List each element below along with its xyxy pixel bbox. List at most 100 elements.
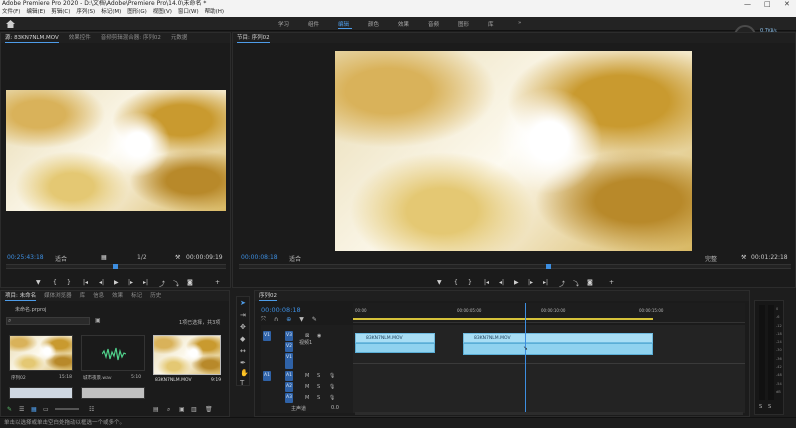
insert-icon[interactable]: ⤴ [159,279,165,288]
program-go-to-in-icon[interactable]: |◂ [484,279,489,286]
overwrite-icon[interactable]: ⤵ [173,279,179,288]
go-to-out-icon[interactable]: ▸| [143,279,148,286]
program-out-point-icon[interactable]: } [468,279,472,286]
find-icon[interactable]: ⌕ [167,406,170,414]
program-timecode[interactable]: 00:00:08:18 [241,254,278,261]
menu-marker[interactable]: 标记(M) [101,8,121,17]
menu-window[interactable]: 窗口(W) [178,8,199,17]
maximize-icon[interactable]: □ [764,0,771,8]
project-item-thumb-selected[interactable] [153,335,221,375]
workspace-tab-libraries[interactable]: 库 [488,20,494,28]
tab-effect-controls[interactable]: 效果控件 [69,33,91,43]
timeline-settings-icon[interactable]: ✎ [312,316,317,323]
clip-body[interactable] [355,343,435,353]
timeline-ruler[interactable]: 00:00 00:00:05:00 00:00:10:00 00:00:15:0… [353,303,745,323]
voice-over-icon[interactable]: 🎙 [329,395,335,401]
source-settings-icon[interactable]: ▦ [101,254,107,261]
type-tool-icon[interactable]: T [240,379,244,387]
toggle-output-icon[interactable]: ◉ [317,333,321,339]
program-scale-dropdown[interactable]: 完整 [705,254,717,263]
track-target-v3[interactable]: V3 [285,331,293,341]
source-patch-v1[interactable]: V1 [263,331,271,341]
program-in-point-icon[interactable]: { [454,279,458,286]
project-item-thumb[interactable] [9,335,73,371]
program-go-to-out-icon[interactable]: ▸| [543,279,548,286]
menu-clip[interactable]: 剪辑(C) [51,8,70,17]
clip-video[interactable]: 83KN7NLM.MOV [355,333,435,343]
menu-help[interactable]: 帮助(H) [205,8,224,17]
workspace-tab-color[interactable]: 颜色 [368,20,379,28]
program-fit-dropdown[interactable]: 适合 [289,254,301,263]
track-target-a3[interactable]: A3 [285,393,293,403]
tab-libraries[interactable]: 库 [80,291,86,301]
timeline-horizontal-scrollbar[interactable] [355,412,743,415]
timeline-playhead-line[interactable] [525,303,526,415]
tab-media-browser[interactable]: 媒体浏览器 [44,291,72,301]
play-icon[interactable]: ▶ [114,279,119,286]
voice-over-icon[interactable]: 🎙 [329,384,335,390]
mute-icon[interactable]: M [305,373,309,379]
track-target-v2[interactable]: V2 [285,342,293,352]
tab-project[interactable]: 项目: 未命名 [5,291,37,301]
ripple-edit-tool-icon[interactable]: ✥ [240,323,246,331]
workspace-tab-effects[interactable]: 效果 [398,20,409,28]
workspace-tab-audio[interactable]: 音频 [428,20,439,28]
zoom-slider[interactable] [55,408,79,410]
track-target-a1[interactable]: A1 [285,371,293,381]
work-area-bar[interactable] [353,318,653,320]
clear-icon[interactable]: 🗑 [205,406,213,413]
new-item-menu-icon[interactable]: ▥ [191,406,197,413]
track-select-tool-icon[interactable]: ⇥ [240,311,246,319]
razor-tool-icon[interactable]: ◆ [240,335,245,343]
pen-tool-icon[interactable]: ✒ [240,359,246,367]
step-forward-icon[interactable]: |▸ [128,279,133,286]
slip-tool-icon[interactable]: ↔ [240,347,246,355]
hand-tool-icon[interactable]: ✋ [240,369,249,377]
program-play-icon[interactable]: ▶ [514,279,519,286]
track-target-a2[interactable]: A2 [285,382,293,392]
meter-solo-right[interactable]: S [768,404,771,410]
marker-icon[interactable]: ▼ [36,279,41,286]
program-extract-icon[interactable]: ⤵ [573,279,579,288]
solo-icon[interactable]: S [317,384,320,390]
menu-sequence[interactable]: 序列(S) [76,8,95,17]
linked-selection-icon[interactable]: ⊕ [286,316,291,323]
tab-history[interactable]: 历史 [150,291,161,301]
program-step-back-icon[interactable]: ◂| [499,279,504,286]
menu-file[interactable]: 文件(F) [2,8,20,17]
out-point-icon[interactable]: } [67,279,71,286]
export-frame-icon[interactable]: ◙ [187,279,193,286]
solo-icon[interactable]: S [317,395,320,401]
write-lock-icon[interactable]: ✎ [7,406,12,413]
add-button-icon[interactable]: + [215,279,220,286]
step-back-icon[interactable]: ◂| [99,279,104,286]
tab-audio-mixer[interactable]: 音频剪辑混合器: 序列02 [101,33,161,43]
program-add-button-icon[interactable]: + [609,279,614,286]
list-view-icon[interactable]: ☰ [19,406,24,413]
program-export-frame-icon[interactable]: ◙ [587,279,593,286]
bin-icon[interactable]: ▣ [179,406,185,413]
minimize-icon[interactable]: — [744,0,751,8]
add-marker-icon[interactable]: ▼ [299,316,304,323]
program-lift-icon[interactable]: ⤴ [559,279,565,288]
source-fit-dropdown[interactable]: 适合 [55,254,67,263]
project-item-thumb-partial[interactable] [9,387,73,399]
tab-program[interactable]: 节目: 序列02 [237,33,270,43]
menu-edit[interactable]: 编辑(E) [26,8,45,17]
sort-icon[interactable]: ☷ [89,406,94,413]
program-wrench-icon[interactable]: ⚒ [741,254,746,261]
source-scale-dropdown[interactable]: 1/2 [137,254,147,261]
track-area[interactable]: 83KN7NLM.MOV 83KN7NLM.MOV ➘ [353,303,745,415]
tab-markers[interactable]: 标记 [131,291,142,301]
in-point-icon[interactable]: { [53,279,57,286]
source-playhead[interactable] [113,264,118,269]
menu-view[interactable]: 视图(V) [153,8,172,17]
timeline-timecode[interactable]: 00:00:08:18 [261,306,301,314]
workspace-tab-graphics[interactable]: 图形 [458,20,469,28]
clip-body[interactable] [463,343,653,355]
new-item-icon[interactable]: ▤ [153,406,159,413]
tab-source[interactable]: 源: 83KN7NLM.MOV [5,33,59,43]
tab-sequence[interactable]: 序列02 [259,291,277,301]
freeform-view-icon[interactable]: ▭ [43,406,49,413]
workspace-tab-assembly[interactable]: 组件 [308,20,319,28]
